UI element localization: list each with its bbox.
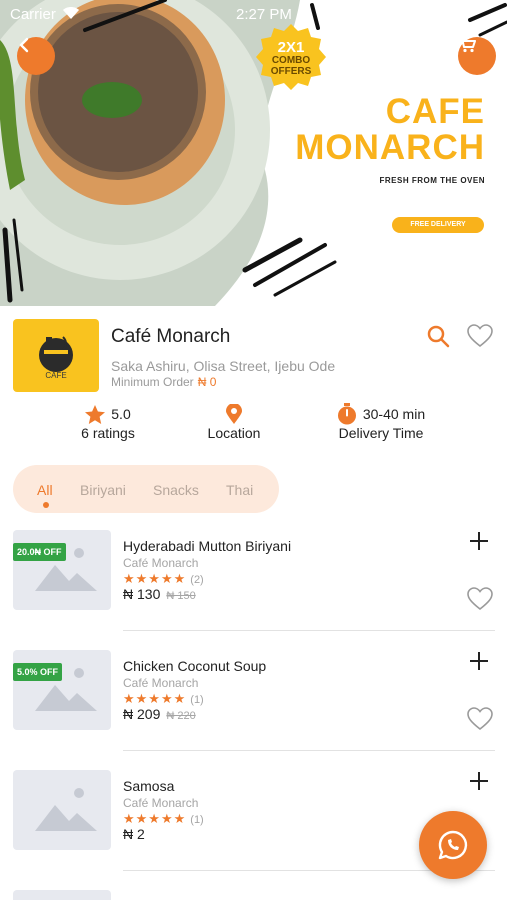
divider	[123, 630, 495, 631]
list-item[interactable]: 20.0₦ OFF Hyderabadi Mutton Biriyani Caf…	[0, 530, 507, 650]
status-bar: Carrier 2:27 PM	[10, 6, 497, 24]
review-count: (1)	[190, 694, 204, 706]
rating-stars: ★★★★★	[123, 811, 187, 826]
location-label: Location	[207, 425, 261, 441]
item-old-price: ₦ 220	[166, 710, 196, 722]
item-name: Chicken Coconut Soup	[123, 658, 267, 674]
rating-stars: ★★★★★	[123, 691, 187, 706]
cart-icon	[459, 37, 476, 53]
banner-tagline: FRESH FROM THE OVEN	[379, 176, 485, 185]
banner-image: Carrier 2:27 PM 2X1 COMBO OFFERS CAFE MO…	[0, 0, 507, 306]
item-price-row: ₦ 209 ₦ 220	[123, 706, 196, 722]
item-restaurant: Café Monarch	[123, 676, 199, 690]
tab-thai[interactable]: Thai	[226, 482, 253, 498]
review-count: (2)	[190, 574, 204, 586]
minimum-order: Minimum Order ₦ 0	[111, 375, 216, 389]
logo-text: CAFE	[45, 371, 67, 380]
plus-icon	[470, 532, 488, 550]
free-delivery-badge: FREE DELIVERY	[392, 217, 484, 233]
favorite-item-button[interactable]	[467, 707, 493, 736]
divider	[123, 750, 495, 751]
item-image-placeholder	[13, 650, 111, 730]
location-stat[interactable]: Location	[194, 403, 274, 441]
restaurant-address: Saka Ashiru, Olisa Street, Ijebu Ode	[111, 358, 336, 374]
item-rating: ★★★★★ (1)	[123, 811, 204, 827]
min-order-value: ₦ 0	[197, 375, 217, 389]
heart-icon	[467, 587, 493, 611]
star-icon	[85, 404, 106, 424]
discount-badge: 20.0₦ OFF	[13, 543, 66, 561]
item-restaurant: Café Monarch	[123, 556, 199, 570]
heart-icon	[467, 707, 493, 731]
review-count: (1)	[190, 814, 204, 826]
item-image-placeholder	[13, 530, 111, 610]
discount-badge: 5.0% OFF	[13, 663, 63, 681]
combo-offer-badge: 2X1 COMBO OFFERS	[256, 24, 326, 90]
tab-biriyani[interactable]: Biriyani	[80, 482, 126, 498]
add-to-cart-button[interactable]	[468, 650, 490, 677]
rating-value: 5.0	[111, 406, 131, 422]
whatsapp-icon	[438, 830, 468, 860]
carrier-label: Carrier	[10, 6, 56, 23]
rating-count: 6 ratings	[81, 425, 135, 441]
item-price: ₦ 2	[123, 826, 145, 842]
item-restaurant: Café Monarch	[123, 796, 199, 810]
item-rating: ★★★★★ (2)	[123, 571, 204, 587]
heart-icon	[467, 324, 493, 348]
delivery-label: Delivery Time	[338, 425, 424, 441]
item-old-price: ₦ 150	[166, 590, 196, 602]
plus-icon	[470, 772, 488, 790]
restaurant-name: Café Monarch	[111, 326, 231, 347]
item-name: Hyderabadi Mutton Biriyani	[123, 538, 292, 554]
image-placeholder-icon	[35, 788, 97, 831]
item-rating: ★★★★★ (1)	[123, 691, 204, 707]
location-pin-icon	[226, 404, 242, 424]
tab-snacks[interactable]: Snacks	[153, 482, 199, 498]
cart-button[interactable]	[458, 37, 496, 75]
restaurant-logo: CAFE	[13, 319, 99, 392]
plus-icon	[470, 652, 488, 670]
search-icon	[427, 325, 450, 348]
chevron-left-icon	[19, 37, 29, 53]
item-price-row: ₦ 2	[123, 826, 145, 842]
stopwatch-icon	[337, 403, 356, 425]
combo-title: 2X1	[277, 39, 305, 56]
list-item[interactable]: 5.0% OFF Chicken Coconut Soup Café Monar…	[0, 650, 507, 770]
favorite-restaurant-button[interactable]	[467, 324, 493, 353]
search-button[interactable]	[426, 324, 450, 353]
back-button[interactable]	[17, 37, 55, 75]
add-to-cart-button[interactable]	[468, 530, 490, 557]
item-price-row: ₦ 130 ₦ 150	[123, 586, 196, 602]
active-tab-indicator	[43, 502, 49, 508]
item-price: ₦ 209	[123, 706, 161, 722]
clock: 2:27 PM	[236, 6, 292, 23]
cloche-icon	[39, 336, 73, 372]
combo-line3: OFFERS	[270, 66, 312, 77]
item-price: ₦ 130	[123, 586, 161, 602]
rating-stat: 5.0 6 ratings	[68, 403, 148, 441]
delivery-time: 30-40 min	[362, 406, 426, 422]
banner-brand-line2: MONARCH	[295, 128, 485, 167]
delivery-stat: 30-40 min Delivery Time	[326, 403, 436, 441]
min-order-label: Minimum Order	[111, 375, 194, 389]
item-name: Samosa	[123, 778, 175, 794]
item-image-placeholder	[13, 890, 111, 900]
favorite-item-button[interactable]	[467, 587, 493, 616]
tab-all[interactable]: All	[37, 482, 53, 498]
category-tabs: All Biriyani Snacks Thai	[13, 465, 279, 513]
item-image-placeholder	[13, 770, 111, 850]
add-to-cart-button[interactable]	[468, 770, 490, 797]
combo-line2: COMBO	[271, 55, 311, 66]
banner-brand-line1: CAFE	[385, 92, 485, 131]
whatsapp-button[interactable]	[419, 811, 487, 879]
rating-stars: ★★★★★	[123, 571, 187, 586]
